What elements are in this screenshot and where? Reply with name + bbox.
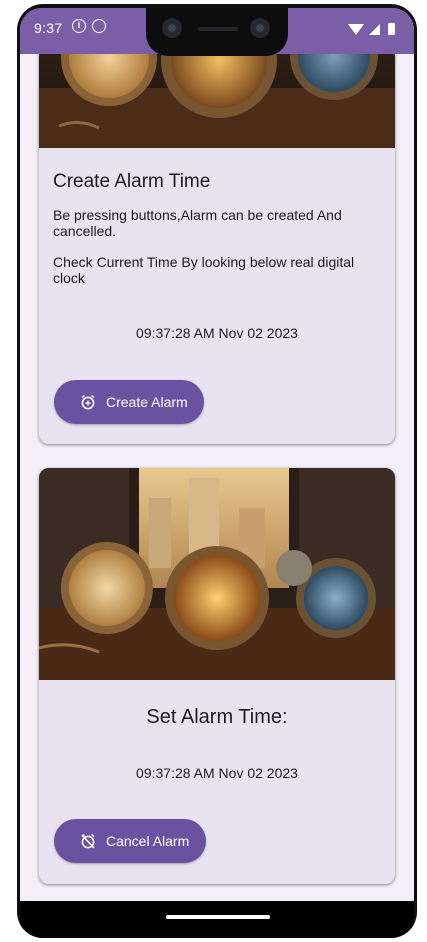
description-text: Be pressing buttons,Alarm can be created… <box>53 207 342 239</box>
app-screen: 9:37 i Create Alarm Time Be pressing but… <box>20 8 414 901</box>
status-time: 9:37 <box>34 20 63 36</box>
digital-clock: 09:37:28 AM Nov 02 2023 <box>136 325 298 341</box>
battery-icon <box>388 23 395 35</box>
wifi-icon <box>348 24 364 35</box>
alarm-off-icon <box>81 833 95 849</box>
cancel-alarm-button[interactable]: Cancel Alarm <box>54 819 206 863</box>
create-alarm-button[interactable]: Create Alarm <box>54 380 204 424</box>
set-alarm-card: Set Alarm Time: 09:37:28 AM Nov 02 2023 … <box>39 468 395 884</box>
camera-icon <box>250 18 270 38</box>
alarm-clocks-photo <box>39 468 395 680</box>
button-label: Create Alarm <box>106 394 188 410</box>
instruction-text: Check Current Time By looking below real… <box>53 254 355 286</box>
button-label: Cancel Alarm <box>106 833 190 849</box>
digital-clock: 09:37:28 AM Nov 02 2023 <box>136 765 298 781</box>
phone-device: 9:37 i Create Alarm Time Be pressing but… <box>17 4 417 938</box>
info-icon: i <box>72 19 86 33</box>
create-alarm-card: Create Alarm Time Be pressing buttons,Al… <box>39 8 395 444</box>
alarm-add-icon <box>81 394 95 410</box>
sync-icon <box>92 19 106 33</box>
card-title: Set Alarm Time: <box>146 706 288 728</box>
status-right-icons <box>348 23 395 35</box>
camera-notch <box>146 8 288 56</box>
signal-icon <box>369 24 380 35</box>
navigation-bar <box>20 901 414 938</box>
card-title: Create Alarm Time <box>53 171 211 192</box>
camera-icon <box>162 18 182 38</box>
speaker-grille <box>198 27 238 31</box>
home-gesture-handle[interactable] <box>166 915 270 919</box>
